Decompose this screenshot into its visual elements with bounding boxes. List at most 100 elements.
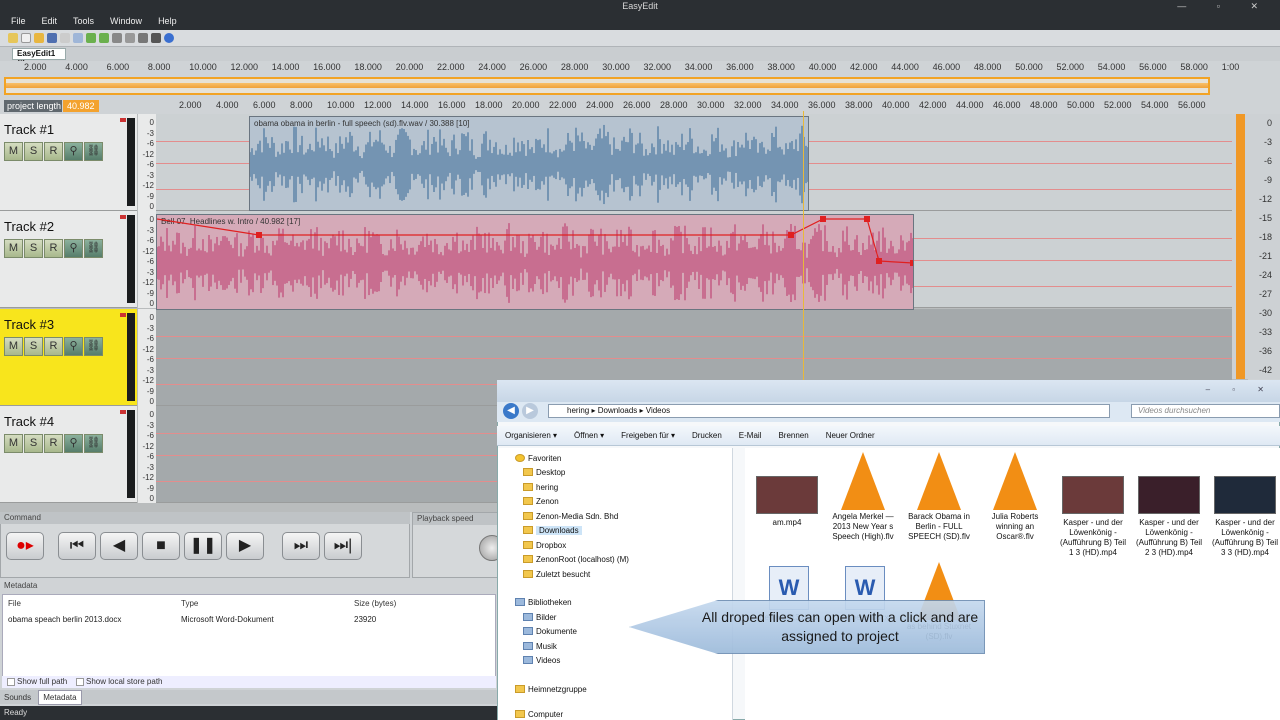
volume-envelope[interactable] [157, 215, 914, 310]
link-icon[interactable]: ⛓ [84, 239, 103, 258]
undo-icon[interactable] [86, 33, 96, 43]
skip-end-button[interactable]: ⏭| [324, 532, 362, 560]
nav-item[interactable]: Bilder [523, 613, 556, 622]
menu-file[interactable]: File [0, 13, 31, 30]
record-arm-button[interactable]: R [44, 142, 63, 161]
save-icon[interactable] [47, 33, 57, 43]
link-icon[interactable]: ⛓ [84, 337, 103, 356]
menu-edit[interactable]: Edit [31, 13, 63, 30]
blank-doc-icon[interactable] [21, 33, 31, 43]
window-controls[interactable]: — ▫ ✕ [1177, 0, 1272, 12]
skip-start-button[interactable]: ⏮ [58, 532, 96, 560]
track-header[interactable]: Track #2 M S R ⚲ ⛓ [0, 211, 137, 308]
tab-sounds[interactable]: Sounds [0, 691, 35, 704]
menu-help[interactable]: Help [147, 13, 182, 30]
effects-wrench-icon[interactable]: ⚲ [64, 434, 83, 453]
cmd-drucken[interactable]: Drucken [684, 431, 731, 440]
pause-button[interactable]: ❚❚ [184, 532, 222, 560]
file-item[interactable]: Barack Obama in Berlin - FULL SPEECH (SD… [903, 452, 975, 542]
record-arm-button[interactable]: R [44, 239, 63, 258]
nav-item[interactable]: ZenonRoot (localhost) (M) [523, 555, 629, 564]
stop-button[interactable]: ■ [142, 532, 180, 560]
solo-button[interactable]: S [24, 337, 43, 356]
tab-metadata[interactable]: Metadata [38, 690, 82, 705]
play-button[interactable]: ▶ [226, 532, 264, 560]
link-icon[interactable]: ⛓ [84, 142, 103, 161]
track-header[interactable]: Track #1 M S R ⚲ ⛓ [0, 114, 137, 211]
track-header[interactable]: Track #3 M S R ⚲ ⛓ [0, 309, 137, 406]
file-item[interactable]: Angela Merkel — 2013 New Year s Speech (… [827, 452, 899, 542]
audio-clip-1[interactable]: obama obama in berlin - full speech (sd)… [249, 116, 809, 211]
forward-icon[interactable]: ▶ [522, 403, 538, 419]
record-arm-button[interactable]: R [44, 434, 63, 453]
path-downloads[interactable]: Downloads [598, 406, 638, 415]
tab-easyedit1[interactable]: EasyEdit1 (*) [12, 48, 66, 68]
record-button[interactable]: ●▸ [6, 532, 44, 560]
cmd-oeffnen[interactable]: Öffnen ▾ [566, 431, 613, 440]
nav-item[interactable]: Zenon [523, 497, 559, 506]
nav-item[interactable]: Bibliotheken [515, 598, 572, 607]
import-icon[interactable] [73, 33, 83, 43]
nav-item[interactable]: Zenon-Media Sdn. Bhd [523, 512, 618, 521]
show-local-path-checkbox[interactable] [76, 678, 84, 686]
cmd-freigeben[interactable]: Freigeben für ▾ [613, 431, 684, 440]
fast-forward-button[interactable]: ⏭ [282, 532, 320, 560]
track-header[interactable]: Track #4 M S R ⚲ ⛓ [0, 406, 137, 503]
search-input[interactable]: Videos durchsuchen [1131, 404, 1280, 418]
solo-button[interactable]: S [24, 434, 43, 453]
mute-button[interactable]: M [4, 142, 23, 161]
mute-button[interactable]: M [4, 337, 23, 356]
envelope-point[interactable] [820, 216, 826, 222]
solo-button[interactable]: S [24, 239, 43, 258]
paste-icon[interactable] [138, 33, 148, 43]
effects-wrench-icon[interactable]: ⚲ [64, 337, 83, 356]
file-item[interactable]: Kasper - und der Löwenkönig - (Aufführun… [1209, 476, 1280, 558]
col-file[interactable]: File [8, 599, 21, 608]
effects-wrench-icon[interactable]: ⚲ [64, 239, 83, 258]
redo-icon[interactable] [99, 33, 109, 43]
envelope-point[interactable] [876, 258, 882, 264]
nav-item[interactable]: Downloads [523, 526, 582, 535]
envelope-point[interactable] [864, 216, 870, 222]
nav-item[interactable]: Videos [523, 656, 560, 665]
new-icon[interactable] [8, 33, 18, 43]
nav-item[interactable]: Zuletzt besucht [523, 570, 590, 579]
solo-button[interactable]: S [24, 142, 43, 161]
envelope-point[interactable] [910, 260, 914, 266]
path-hering[interactable]: hering [567, 406, 589, 415]
col-size[interactable]: Size (bytes) [354, 599, 396, 608]
record-arm-button[interactable]: R [44, 337, 63, 356]
help-icon[interactable] [164, 33, 174, 43]
time-ruler[interactable]: 2.000 4.000 6.000 8.000 10.000 12.000 14.000 16… [160, 99, 1248, 114]
nav-item[interactable]: Computer [515, 710, 563, 719]
cmd-email[interactable]: E-Mail [731, 431, 771, 440]
nav-item[interactable]: Desktop [523, 468, 565, 477]
show-full-path-checkbox[interactable] [7, 678, 15, 686]
menu-window[interactable]: Window [99, 13, 147, 30]
file-item[interactable]: Kasper - und der Löwenkönig - (Aufführun… [1133, 476, 1205, 558]
file-item[interactable]: Julia Roberts winning an Oscar®.flv [979, 452, 1051, 542]
mixdown-icon[interactable] [151, 33, 161, 43]
link-icon[interactable]: ⛓ [84, 434, 103, 453]
back-icon[interactable]: ◀ [503, 403, 519, 419]
copy-icon[interactable] [125, 33, 135, 43]
menu-tools[interactable]: Tools [62, 13, 99, 30]
open-folder-icon[interactable] [34, 33, 44, 43]
mute-button[interactable]: M [4, 434, 23, 453]
nav-item[interactable]: Dokumente [523, 627, 577, 636]
envelope-point[interactable] [788, 232, 794, 238]
path-videos[interactable]: Videos [646, 406, 670, 415]
col-type[interactable]: Type [181, 599, 198, 608]
address-bar[interactable]: hering ▸ Downloads ▸ Videos [548, 404, 1110, 418]
nav-item[interactable]: Dropbox [523, 541, 566, 550]
rewind-button[interactable]: ◀ [100, 532, 138, 560]
file-item[interactable]: am.mp4 [751, 476, 823, 528]
explorer-window-controls[interactable]: – ▫ ✕ [1206, 385, 1274, 394]
cmd-organisieren[interactable]: Organisieren ▾ [497, 431, 566, 440]
overview-bar[interactable] [4, 77, 1210, 95]
file-item[interactable]: Kasper - und der Löwenkönig - (Aufführun… [1057, 476, 1129, 558]
nav-item[interactable]: Favoriten [515, 454, 561, 463]
effects-wrench-icon[interactable]: ⚲ [64, 142, 83, 161]
playhead[interactable] [803, 111, 804, 381]
audio-clip-2[interactable]: Bell 07. Headlines w. Intro / 40.982 [17… [156, 214, 914, 310]
